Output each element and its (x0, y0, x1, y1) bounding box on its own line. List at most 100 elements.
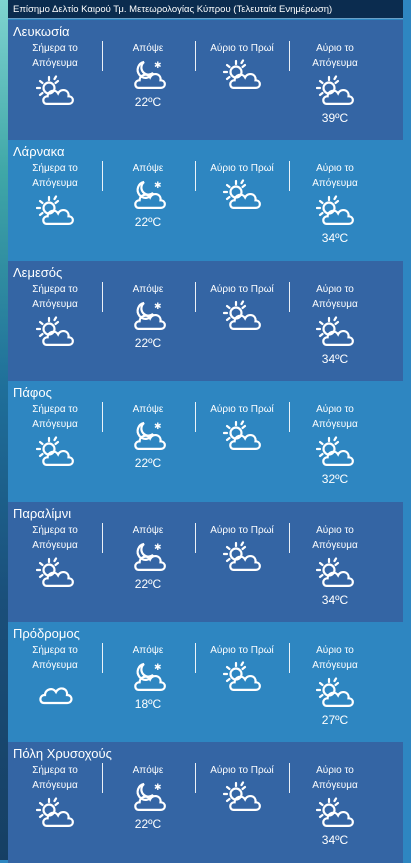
period-label: Σήμερα το Απόγευμα (32, 163, 78, 190)
night-cloudy-icon: ✱ (134, 542, 166, 571)
period-label: Απόψε (132, 43, 164, 54)
forecast-tonight: Απόψε ✱ 22ºC (103, 523, 193, 591)
partly-cloudy-icon (316, 316, 354, 346)
period-label: Απόψε (132, 765, 164, 777)
city-name: Παραλίμνι (13, 505, 72, 521)
partly-cloudy-icon (223, 59, 261, 89)
column-divider (195, 402, 196, 433)
partly-cloudy-icon (36, 195, 74, 226)
forecast-tomorrow-afternoon: Αύριο το Απόγευμα 39ºC (290, 41, 380, 125)
column-divider (195, 643, 196, 673)
tomorrow-afternoon-temperature: 34ºC (321, 231, 349, 246)
tomorrow-afternoon-temperature: 34ºC (321, 592, 349, 607)
night-cloudy-icon: ✱ (134, 60, 166, 89)
partly-cloudy-icon (316, 195, 354, 226)
partly-cloudy-icon (316, 436, 354, 467)
forecast-tomorrow-afternoon: Αύριο το Απόγευμα 32ºC (290, 402, 380, 486)
forecast-tomorrow-afternoon: Αύριο το Απόγευμα 34ºC (290, 282, 380, 366)
city-name: Λευκωσία (13, 24, 70, 39)
period-label: Αύριο το Πρωί (210, 524, 274, 536)
partly-cloudy-icon (36, 316, 74, 346)
page-title: Επίσημο Δελτίο Καιρού Τμ. Μετεωρολογίας … (8, 0, 403, 19)
city-name: Λεμεσός (13, 264, 63, 280)
svg-text:✱: ✱ (154, 180, 162, 190)
period-label: Σήμερα το Απόγευμα (32, 404, 78, 431)
partly-cloudy-icon (223, 420, 261, 451)
partly-cloudy-icon (316, 677, 354, 707)
city-name: Πάφος (13, 385, 52, 401)
svg-text:✱: ✱ (154, 782, 162, 792)
city-name: Λάρνακα (13, 144, 65, 160)
tonight-temperature: 22ºC (134, 576, 162, 591)
period-label: Απόψε (132, 283, 164, 295)
forecast-today-afternoon: Σήμερα το Απόγευμα (10, 41, 100, 107)
tomorrow-afternoon-temperature: 27ºC (321, 713, 349, 727)
svg-text:✱: ✱ (154, 662, 162, 672)
forecast-tonight: Απόψε ✱ 18ºC (103, 643, 193, 711)
period-label: Σήμερα το Απόγευμα (32, 283, 78, 310)
svg-text:✱: ✱ (154, 542, 162, 552)
forecast-tonight: Απόψε ✱ 22ºC (103, 763, 193, 831)
city-row: Πάφος Σήμερα το Απόγευμα Απόψε ✱ 22ºC Αύριο τ… (8, 381, 403, 502)
period-label: Αύριο το Απόγευμα (312, 43, 358, 69)
forecast-tonight: Απόψε ✱ 22ºC (103, 161, 193, 229)
forecast-tomorrow-morning: Αύριο το Πρωί (197, 402, 287, 452)
svg-text:✱: ✱ (154, 60, 162, 70)
forecast-tomorrow-afternoon: Αύριο το Απόγευμα 34ºC (290, 523, 380, 607)
forecast-today-afternoon: Σήμερα το Απόγευμα (10, 643, 100, 709)
period-label: Απόψε (132, 645, 164, 656)
period-label: Αύριο το Απόγευμα (312, 765, 358, 792)
tonight-temperature: 22ºC (134, 817, 162, 832)
forecast-tomorrow-morning: Αύριο το Πρωί (197, 763, 287, 813)
tomorrow-afternoon-temperature: 34ºC (321, 351, 349, 366)
city-row: Λάρνακα Σήμερα το Απόγευμα Απόψε ✱ 22ºC Αύριο… (8, 140, 403, 261)
partly-cloudy-icon (36, 797, 74, 828)
tonight-temperature: 22ºC (134, 215, 162, 230)
period-label: Αύριο το Απόγευμα (312, 524, 358, 551)
city-name: Πρόδρομος (13, 626, 80, 641)
partly-cloudy-icon (223, 179, 261, 210)
forecast-today-afternoon: Σήμερα το Απόγευμα (10, 161, 100, 227)
forecast-today-afternoon: Σήμερα το Απόγευμα (10, 282, 100, 348)
forecast-tomorrow-afternoon: Αύριο το Απόγευμα 34ºC (290, 763, 380, 847)
partly-cloudy-icon (223, 661, 261, 691)
tonight-temperature: 18ºC (134, 697, 162, 711)
period-label: Αύριο το Απόγευμα (312, 404, 358, 431)
period-label: Αύριο το Απόγευμα (312, 645, 358, 671)
night-cloudy-icon: ✱ (134, 782, 166, 812)
period-label: Αύριο το Πρωί (210, 283, 274, 295)
period-label: Σήμερα το Απόγευμα (32, 645, 78, 671)
forecast-tomorrow-morning: Αύριο το Πρωί (197, 161, 287, 211)
period-label: Αύριο το Πρωί (210, 163, 274, 175)
forecast-tomorrow-afternoon: Αύριο το Απόγευμα 27ºC (290, 643, 380, 727)
svg-text:✱: ✱ (154, 421, 162, 431)
city-row: Πρόδρομος Σήμερα το Απόγευμα Απόψε ✱ 18ºC Αύρ… (8, 622, 403, 743)
column-divider (195, 41, 196, 71)
tomorrow-afternoon-temperature: 39ºC (321, 111, 349, 125)
tonight-temperature: 22ºC (134, 95, 162, 109)
night-cloudy-icon: ✱ (134, 662, 166, 691)
column-divider (195, 522, 196, 553)
column-divider (195, 281, 196, 312)
forecast-tonight: Απόψε ✱ 22ºC (103, 402, 193, 470)
period-label: Αύριο το Πρωί (210, 43, 274, 54)
forecast-tomorrow-afternoon: Αύριο το Απόγευμα 34ºC (290, 161, 380, 245)
period-label: Απόψε (132, 163, 164, 175)
partly-cloudy-icon (223, 540, 261, 571)
period-label: Σήμερα το Απόγευμα (32, 43, 78, 69)
tonight-temperature: 22ºC (134, 335, 162, 350)
period-label: Απόψε (132, 524, 164, 536)
forecast-today-afternoon: Σήμερα το Απόγευμα (10, 402, 100, 468)
forecast-tomorrow-morning: Αύριο το Πρωί (197, 41, 287, 91)
city-row: Λεμεσός Σήμερα το Απόγευμα Απόψε ✱ 22ºC Αύριο… (8, 260, 403, 382)
city-row: Παραλίμνι Σήμερα το Απόγευμα Απόψε ✱ 22ºC Αύρ… (8, 501, 403, 622)
forecast-tonight: Απόψε ✱ 22ºC (103, 282, 193, 350)
period-label: Αύριο το Απόγευμα (312, 163, 358, 190)
tonight-temperature: 22ºC (134, 456, 162, 471)
period-label: Αύριο το Πρωί (210, 765, 274, 777)
period-label: Αύριο το Πρωί (210, 645, 274, 656)
period-label: Σήμερα το Απόγευμα (32, 524, 78, 551)
background-strip (0, 0, 8, 860)
tomorrow-afternoon-temperature: 34ºC (321, 833, 349, 848)
column-divider (195, 161, 196, 192)
